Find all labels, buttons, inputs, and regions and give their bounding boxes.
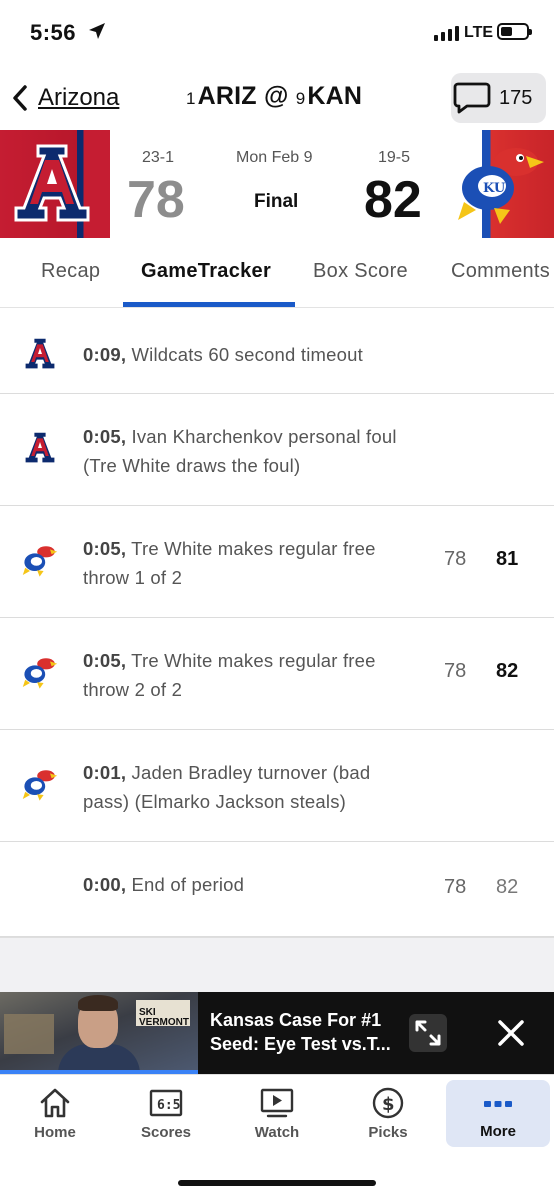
video-thumbnail[interactable]: SKI VERMONT bbox=[0, 992, 198, 1074]
scores-icon: 6:5 bbox=[149, 1089, 183, 1117]
matchup-title: 1ARIZ @ 9KAN bbox=[186, 82, 362, 111]
home-score: 82 bbox=[364, 171, 422, 229]
away-score: 78 bbox=[127, 171, 185, 229]
play-text: Ivan Kharchenkov personal foul (Tre Whit… bbox=[83, 426, 397, 476]
game-header: Arizona 1ARIZ @ 9KAN 175 bbox=[0, 70, 554, 130]
close-video-button[interactable] bbox=[490, 1014, 532, 1052]
nav-watch[interactable]: Watch bbox=[225, 1075, 329, 1147]
play-row[interactable]: 0:05, Tre White makes regular free throw… bbox=[0, 506, 554, 618]
home-abbr: KAN bbox=[307, 82, 363, 110]
status-bar: 5:56 LTE bbox=[0, 0, 554, 70]
video-title[interactable]: Kansas Case For #1 Seed: Eye Test vs.T..… bbox=[210, 1008, 410, 1056]
video-player-bar[interactable]: SKI VERMONT Kansas Case For #1 Seed: Eye… bbox=[0, 992, 554, 1074]
home-icon bbox=[40, 1088, 70, 1118]
nav-more-label: More bbox=[480, 1123, 516, 1140]
play-time: 0:05, bbox=[83, 426, 127, 447]
home-record: 19-5 bbox=[378, 149, 411, 166]
play-row[interactable]: 0:09, Wildcats 60 second timeout bbox=[0, 309, 554, 394]
arizona-team-icon bbox=[25, 432, 55, 463]
away-record: 23-1 bbox=[142, 149, 175, 166]
play-time: 0:05, bbox=[83, 650, 127, 671]
expand-video-button[interactable] bbox=[409, 1014, 447, 1052]
away-rank: 1 bbox=[186, 89, 196, 108]
play-description: 0:09, Wildcats 60 second timeout bbox=[83, 340, 413, 369]
status-time: 5:56 bbox=[30, 20, 77, 45]
away-running-score: 78 bbox=[444, 876, 467, 898]
away-running-score: 78 bbox=[444, 660, 467, 682]
home-indicator bbox=[178, 1180, 376, 1186]
play-text: End of period bbox=[126, 874, 245, 895]
play-time: 0:09, bbox=[83, 344, 127, 365]
play-description: 0:05, Tre White makes regular free throw… bbox=[83, 534, 413, 592]
tab-box-score[interactable]: Box Score bbox=[313, 260, 408, 283]
away-abbr: ARIZ bbox=[197, 82, 257, 110]
play-description: 0:05, Tre White makes regular free throw… bbox=[83, 646, 413, 704]
play-text: Tre White makes regular free throw 1 of … bbox=[83, 538, 376, 588]
play-description: 0:05, Ivan Kharchenkov personal foul (Tr… bbox=[83, 422, 413, 480]
play-row[interactable]: 0:01, Jaden Bradley turnover (bad pass) … bbox=[0, 730, 554, 842]
location-arrow-icon bbox=[88, 22, 106, 45]
play-text: Wildcats 60 second timeout bbox=[126, 344, 363, 365]
nav-scores[interactable]: 6:5 Scores bbox=[114, 1075, 218, 1147]
kansas-team-icon bbox=[22, 546, 58, 577]
game-status: Final bbox=[254, 191, 299, 212]
back-button[interactable]: Arizona bbox=[12, 80, 119, 116]
nav-scores-label: Scores bbox=[140, 1124, 192, 1141]
play-text: Tre White makes regular free throw 2 of … bbox=[83, 650, 376, 700]
list-footer-spacer bbox=[0, 937, 554, 992]
comment-count: 175 bbox=[499, 86, 533, 109]
picks-icon: $ bbox=[372, 1087, 404, 1119]
nav-watch-label: Watch bbox=[254, 1124, 300, 1141]
svg-text:$: $ bbox=[382, 1094, 395, 1115]
kansas-team-icon bbox=[22, 658, 58, 689]
signal-icon bbox=[434, 26, 459, 41]
play-text: Jaden Bradley turnover (bad pass) (Elmar… bbox=[83, 762, 371, 812]
at-symbol: @ bbox=[263, 82, 289, 110]
svg-text:KU: KU bbox=[483, 181, 506, 196]
comments-button[interactable]: 175 bbox=[451, 73, 546, 123]
watch-icon bbox=[260, 1088, 294, 1118]
nav-home[interactable]: Home bbox=[3, 1075, 107, 1147]
play-time: 0:00, bbox=[83, 874, 127, 895]
nav-home-label: Home bbox=[34, 1124, 76, 1141]
arizona-team-icon bbox=[25, 338, 55, 369]
back-team-label: Arizona bbox=[38, 84, 120, 111]
home-running-score: 82 bbox=[496, 876, 519, 898]
chevron-left-icon bbox=[13, 85, 27, 111]
active-tab-indicator bbox=[123, 302, 295, 307]
play-by-play-list: 0:09, Wildcats 60 second timeout 0:05, I… bbox=[0, 309, 554, 937]
tab-gametracker[interactable]: GameTracker bbox=[141, 260, 271, 283]
play-time: 0:05, bbox=[83, 538, 127, 559]
nav-picks-label: Picks bbox=[368, 1124, 408, 1141]
play-time: 0:01, bbox=[83, 762, 127, 783]
close-icon bbox=[498, 1020, 524, 1046]
play-row[interactable]: 0:05, Ivan Kharchenkov personal foul (Tr… bbox=[0, 394, 554, 506]
play-description: 0:01, Jaden Bradley turnover (bad pass) … bbox=[83, 758, 413, 816]
nav-picks[interactable]: $ Picks bbox=[336, 1075, 440, 1147]
expand-icon bbox=[415, 1020, 441, 1046]
play-description: 0:00, End of period bbox=[83, 870, 413, 899]
home-running-score: 81 bbox=[496, 548, 519, 570]
scoreboard: KU 23-1 78 Mon Feb 9 Final 19-5 82 bbox=[0, 130, 554, 238]
play-row[interactable]: 0:05, Tre White makes regular free throw… bbox=[0, 618, 554, 730]
tab-bar: Recap GameTracker Box Score Comments bbox=[0, 238, 554, 308]
tab-recap[interactable]: Recap bbox=[41, 260, 100, 283]
home-running-score: 82 bbox=[496, 660, 519, 682]
thumbnail-sign: SKI VERMONT bbox=[136, 1000, 190, 1028]
arizona-logo[interactable] bbox=[8, 144, 96, 224]
tab-comments[interactable]: Comments bbox=[451, 260, 550, 283]
home-rank: 9 bbox=[295, 89, 306, 108]
game-date: Mon Feb 9 bbox=[236, 149, 313, 166]
more-icon bbox=[484, 1101, 512, 1107]
network-label: LTE bbox=[464, 24, 494, 41]
battery-icon bbox=[497, 23, 532, 40]
nav-more[interactable]: More bbox=[446, 1080, 550, 1147]
svg-text:6:5: 6:5 bbox=[157, 1098, 180, 1113]
kansas-jayhawk-logo[interactable]: KU bbox=[456, 144, 546, 226]
away-running-score: 78 bbox=[444, 548, 467, 570]
kansas-team-icon bbox=[22, 770, 58, 801]
comment-bubble-icon bbox=[453, 82, 491, 114]
play-row[interactable]: 0:00, End of period 78 82 bbox=[0, 842, 554, 937]
